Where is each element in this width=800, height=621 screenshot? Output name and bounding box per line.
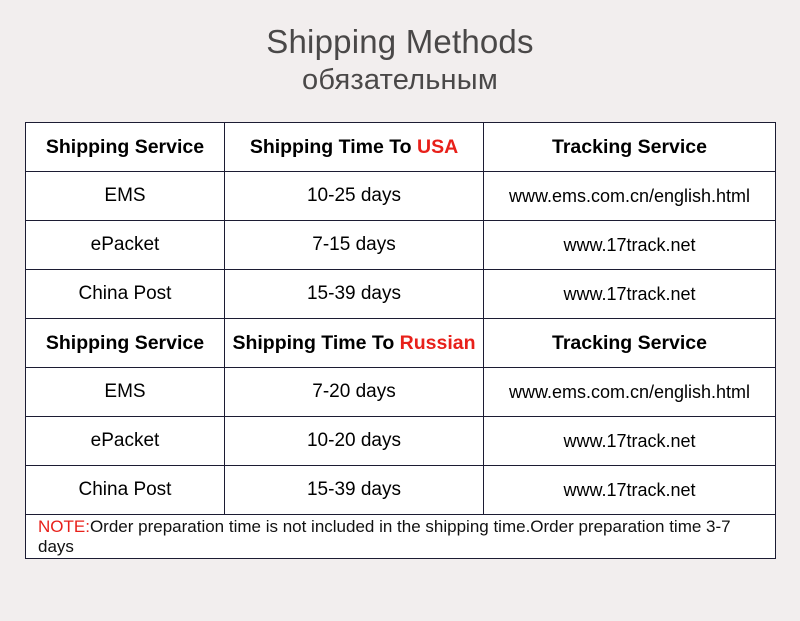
cell-shipping-time: 15-39 days [224,465,484,515]
cell-shipping-service: EMS [25,171,225,221]
table-row: ePacket 10-20 days www.17track.net [25,416,776,466]
cell-shipping-time: 10-25 days [224,171,484,221]
table-row: EMS 7-20 days www.ems.com.cn/english.htm… [25,367,776,417]
table-row: ePacket 7-15 days www.17track.net [25,220,776,270]
table-row: China Post 15-39 days www.17track.net [25,465,776,515]
column-header-shipping-time-prefix: Shipping Time To [249,135,418,158]
note-label: NOTE: [38,516,90,536]
table-header-row-usa: Shipping Service Shipping Time To USA Tr… [25,122,776,172]
cell-shipping-service: China Post [25,269,225,319]
cell-tracking-url: www.17track.net [483,416,776,466]
table-row: EMS 10-25 days www.ems.com.cn/english.ht… [25,171,776,221]
column-header-shipping-service: Shipping Service [25,122,225,172]
column-header-shipping-time-prefix: Shipping Time To [232,331,400,354]
cell-shipping-service: China Post [25,465,225,515]
column-header-shipping-time: Shipping Time To USA [224,122,484,172]
table-row: China Post 15-39 days www.17track.net [25,269,776,319]
table-header-row-russian: Shipping Service Shipping Time To Russia… [25,318,776,368]
column-header-shipping-service: Shipping Service [25,318,225,368]
column-header-region-russian: Russian [399,331,476,354]
column-header-shipping-time: Shipping Time To Russian [224,318,484,368]
cell-tracking-url: www.17track.net [483,220,776,270]
note-cell: NOTE:Order preparation time is not inclu… [25,514,776,559]
page-title: Shipping Methods обязательным [0,22,800,98]
cell-shipping-time: 15-39 days [224,269,484,319]
cell-shipping-time: 7-20 days [224,367,484,417]
column-header-tracking-service: Tracking Service [483,122,776,172]
page-title-subtitle: обязательным [302,64,498,96]
cell-tracking-url: www.17track.net [483,465,776,515]
cell-tracking-url: www.ems.com.cn/english.html [483,367,776,417]
cell-shipping-time: 10-20 days [224,416,484,466]
page-title-main: Shipping Methods [266,23,534,60]
cell-shipping-time: 7-15 days [224,220,484,270]
column-header-region-usa: USA [417,135,459,158]
cell-tracking-url: www.17track.net [483,269,776,319]
cell-shipping-service: ePacket [25,416,225,466]
cell-tracking-url: www.ems.com.cn/english.html [483,171,776,221]
note-text: Order preparation time is not included i… [38,516,731,556]
cell-shipping-service: ePacket [25,220,225,270]
cell-shipping-service: EMS [25,367,225,417]
shipping-methods-banner: Shipping Methods обязательным Shipping S… [0,0,800,621]
table-note-row: NOTE:Order preparation time is not inclu… [25,514,776,559]
column-header-tracking-service: Tracking Service [483,318,776,368]
shipping-methods-table: Shipping Service Shipping Time To USA Tr… [25,122,776,559]
